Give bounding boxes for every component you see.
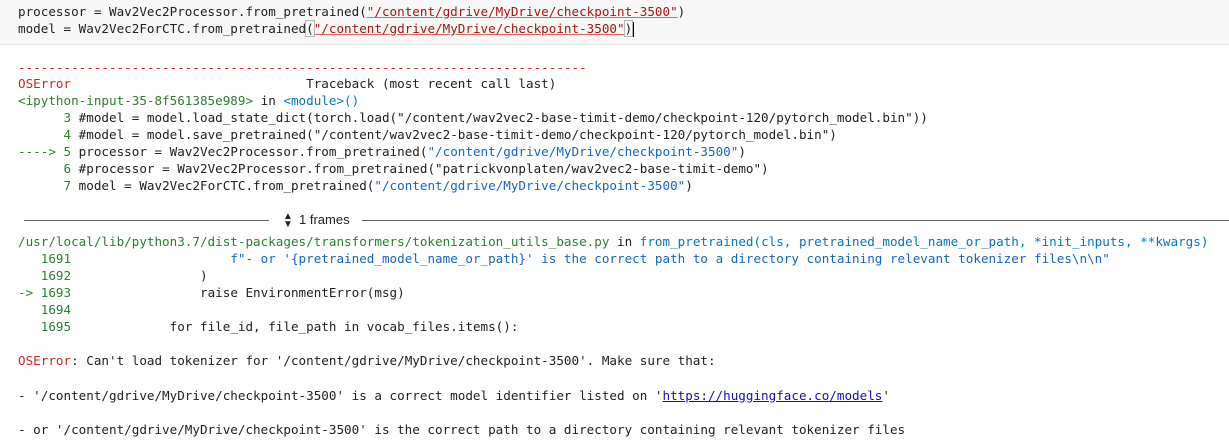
traceback-line: 6 #processor = Wav2Vec2Processor.from_pr… [18,161,769,176]
code-cell[interactable]: processor = Wav2Vec2Processor.from_pretr… [0,0,1229,45]
chevron-up-down-icon: ▲ ▼ [283,210,293,230]
frame-file: /usr/local/lib/python3.7/dist-packages/t… [18,234,1209,249]
source-line: 1691 f"- or '{pretrained_model_name_or_p… [18,251,1110,266]
frames-label: 1 frames [299,212,350,227]
traceback-line: 4 #model = model.save_pretrained("/conte… [18,127,837,142]
error-message: OSError: Can't load tokenizer for '/cont… [18,353,716,368]
frames-divider-left [24,220,269,221]
code-line-2[interactable]: model = Wav2Vec2ForCTC.from_pretrained("… [18,20,635,37]
source-line: 1694 [18,302,79,317]
traceback-location: <ipython-input-35-8f561385e989> in <modu… [18,93,360,108]
traceback-line: 7 model = Wav2Vec2ForCTC.from_pretrained… [18,178,693,193]
frames-divider-right [362,220,1229,221]
source-line-current: -> 1693 raise EnvironmentError(msg) [18,285,405,300]
traceback-line-current: ----> 5 processor = Wav2Vec2Processor.fr… [18,144,746,159]
source-line: 1692 ) [18,268,208,283]
error-bullet-1: - '/content/gdrive/MyDrive/checkpoint-35… [18,388,890,403]
traceback-header: OSError Traceback (most recent call last… [18,76,557,91]
text-cursor [633,22,635,37]
traceback-line: 3 #model = model.load_state_dict(torch.l… [18,110,928,125]
traceback-dashes: ----------------------------------------… [18,60,587,75]
error-bullet-2: - or '/content/gdrive/MyDrive/checkpoint… [18,422,906,437]
code-line-1[interactable]: processor = Wav2Vec2Processor.from_pretr… [18,3,685,20]
huggingface-models-link[interactable]: https://huggingface.co/models [662,388,882,403]
frames-toggle[interactable]: ▲ ▼ 1 frames [0,211,1229,229]
source-line: 1695 for file_id, file_path in vocab_fil… [18,319,519,334]
